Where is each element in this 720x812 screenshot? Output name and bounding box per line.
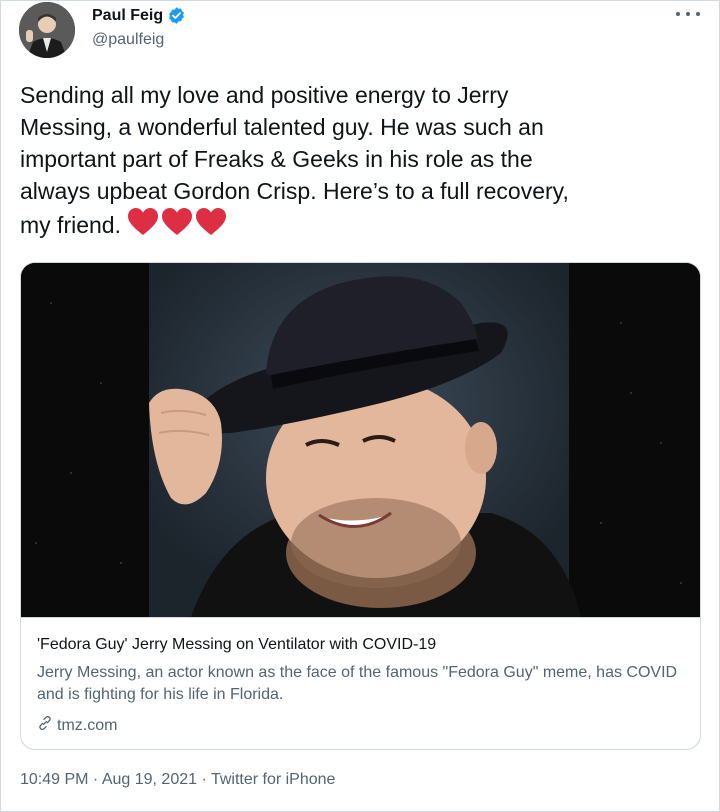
red-heart-icon — [195, 208, 226, 235]
tweet-timestamp[interactable]: 10:49 PM · Aug 19, 2021 · Twitter for iP… — [20, 771, 335, 789]
link-icon — [37, 715, 53, 736]
author-handle[interactable]: @paulfeig — [92, 31, 164, 49]
red-heart-icon — [127, 208, 158, 235]
verified-badge-icon — [167, 6, 186, 25]
link-card-image[interactable] — [21, 263, 700, 617]
link-card[interactable]: 'Fedora Guy' Jerry Messing on Ventilator… — [20, 262, 701, 750]
link-card-description: Jerry Messing, an actor known as the fac… — [37, 664, 678, 703]
heart-emojis — [127, 207, 227, 237]
link-card-title[interactable]: 'Fedora Guy' Jerry Messing on Ventilator… — [37, 636, 436, 654]
avatar[interactable] — [19, 2, 75, 58]
card-divider — [21, 617, 700, 618]
link-card-domain-text: tmz.com — [57, 716, 118, 734]
red-heart-icon — [161, 208, 192, 235]
link-card-domain[interactable]: tmz.com — [37, 715, 117, 736]
tweet-text: Sending all my love and positive energy … — [20, 79, 700, 241]
more-options-icon[interactable] — [676, 4, 700, 24]
author-display-name[interactable]: Paul Feig — [92, 7, 163, 25]
tweet-body: Sending all my love and positive energy … — [20, 82, 569, 238]
